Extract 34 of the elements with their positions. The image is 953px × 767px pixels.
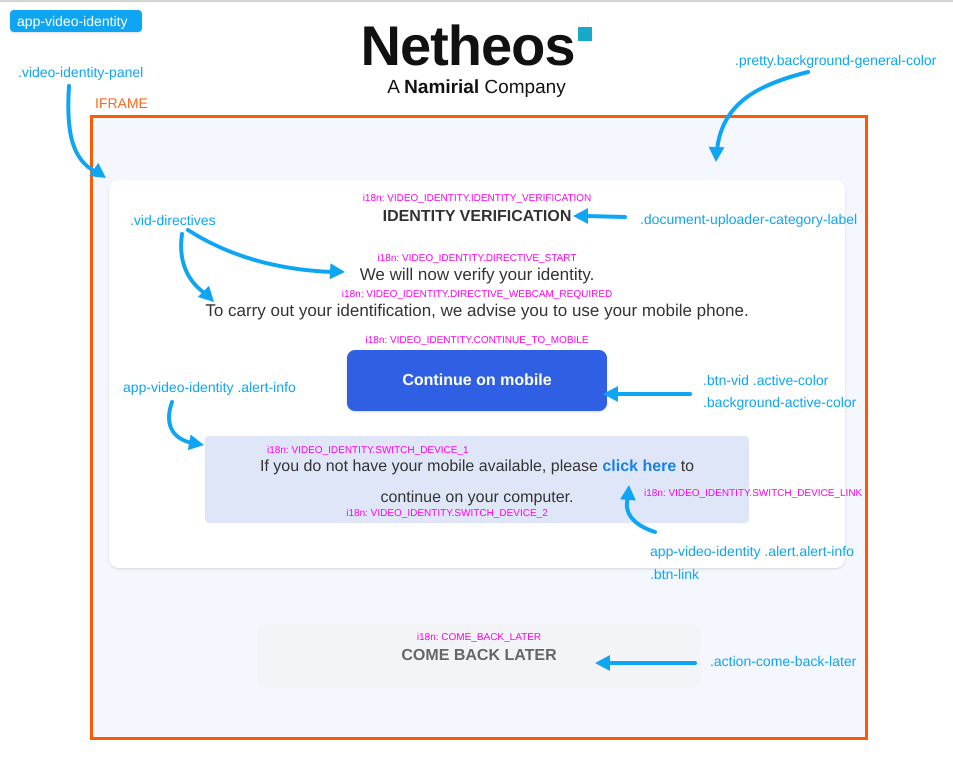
annotation-label: app-video-identity .alert-info xyxy=(123,378,296,397)
i18n-key: i18n: VIDEO_IDENTITY.CONTINUE_TO_MOBILE xyxy=(365,335,589,347)
come-back-later-label: COME BACK LATER xyxy=(401,646,557,666)
annotation-label: .document-uploader-category-label xyxy=(640,210,858,229)
component-badge: app-video-identity xyxy=(10,10,142,32)
annotation-label: .btn-vid .active-color xyxy=(703,371,828,390)
logo: Netheos xyxy=(360,16,592,76)
directive-text: To carry out your identification, we advise you to use your mobile phone. xyxy=(205,301,749,321)
annotation-label: .video-identity-panel xyxy=(18,63,144,82)
tagline: A Namirial Company xyxy=(387,76,566,100)
annotation-label: .background-active-color xyxy=(703,393,856,412)
callout-arrow xyxy=(167,400,204,450)
annotation-label: .btn-link xyxy=(650,565,700,584)
callout-arrow xyxy=(573,208,627,224)
section-title: IDENTITY VERIFICATION xyxy=(382,207,572,227)
annotation-label: .action-come-back-later xyxy=(710,652,856,671)
i18n-key: i18n: COME_BACK_LATER xyxy=(416,632,542,644)
directive-text: We will now verify your identity. xyxy=(360,265,594,285)
square-icon xyxy=(578,27,592,41)
alert-message: continue on your computer. xyxy=(380,489,574,507)
i18n-key: i18n: VIDEO_IDENTITY.DIRECTIVE_WEBCAM_REQUIRED xyxy=(342,289,612,301)
click-here-link[interactable]: click here xyxy=(602,458,676,475)
continue-button[interactable]: Continue on mobile xyxy=(347,350,607,411)
i18n-key: i18n: VIDEO_IDENTITY.DIRECTIVE_START xyxy=(378,253,576,265)
iframe-label: IFRAME xyxy=(95,94,148,113)
annotation-label: .vid-directives xyxy=(130,211,216,230)
annotation-label: app-video-identity .alert.alert-info xyxy=(650,542,854,561)
i18n-key: i18n: VIDEO_IDENTITY.SWITCH_DEVICE_1 xyxy=(267,445,469,457)
i18n-key: i18n: VIDEO_IDENTITY.SWITCH_DEVICE_LINK xyxy=(644,486,862,501)
come-back-later-button[interactable]: i18n: COME_BACK_LATER COME BACK LATER xyxy=(257,624,701,688)
annotation-label: .pretty.background-general-color xyxy=(735,51,936,70)
i18n-key: i18n: VIDEO_IDENTITY.IDENTITY_VERIFICATION xyxy=(362,193,592,205)
i18n-key: i18n: VIDEO_IDENTITY.SWITCH_DEVICE_2 xyxy=(346,508,548,520)
alert-message: If you do not have your mobile available, please click here to xyxy=(260,458,694,476)
